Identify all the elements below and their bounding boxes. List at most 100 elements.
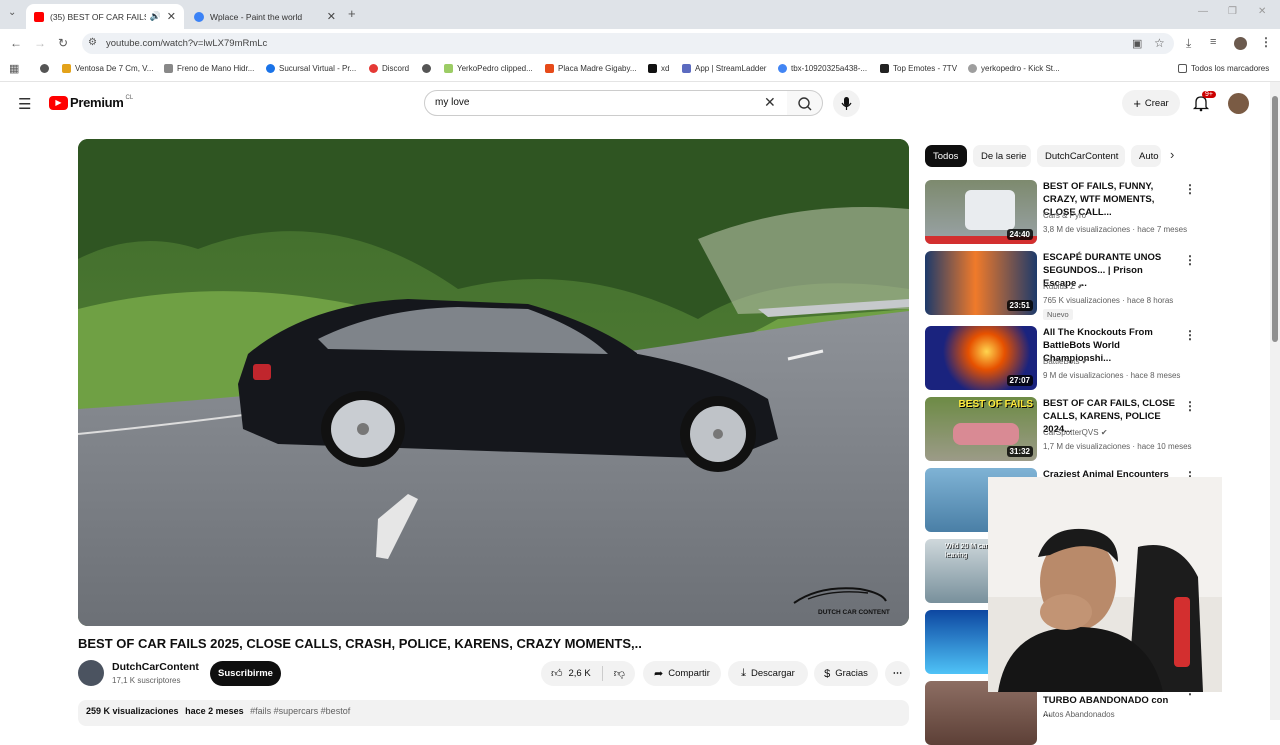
close-icon[interactable]: ✕ [327, 10, 336, 23]
search-icon [798, 97, 812, 111]
kebab-menu-icon[interactable]: ⋮ [1184, 328, 1196, 342]
video-thumbnail[interactable]: 23:51 [925, 251, 1037, 315]
bookmark-item[interactable]: yerkopedro - Kick St... [968, 64, 1060, 73]
reload-icon[interactable]: ↻ [58, 36, 68, 50]
sidebar-video-channel[interactable]: BattleBots ✔ [1043, 357, 1088, 366]
search-button[interactable] [787, 90, 823, 116]
kebab-menu-icon[interactable]: ⋮ [1184, 253, 1196, 267]
all-bookmarks[interactable]: Todos los marcadores [1178, 64, 1269, 73]
search-input[interactable]: my love [435, 97, 469, 108]
video-title: BEST OF CAR FAILS 2025, CLOSE CALLS, CRA… [78, 636, 642, 651]
chip-de-la-serie[interactable]: De la serie [973, 145, 1031, 167]
bookmark-item[interactable]: Discord [369, 64, 409, 73]
chip-todos[interactable]: Todos [925, 145, 967, 167]
verified-icon: ✔ [1100, 428, 1108, 437]
window-close-icon[interactable]: ✕ [1258, 6, 1266, 17]
site-info-icon[interactable]: ⚙ [88, 37, 97, 48]
more-actions-button[interactable]: ⋯ [885, 661, 910, 686]
subscribe-button[interactable]: Suscribirme [210, 661, 281, 686]
kebab-menu-icon[interactable]: ⋮ [1184, 399, 1196, 413]
car-logo-icon [793, 587, 887, 604]
profile-avatar[interactable] [1234, 37, 1247, 50]
bookmarks-bar: ▦ Ventosa De 7 Cm, V... Freno de Mano Hi… [0, 58, 1280, 82]
clear-search-icon[interactable]: ✕ [764, 94, 776, 111]
voice-search-button[interactable] [833, 90, 860, 117]
channel-watermark: DUTCH CAR CONTENT [790, 583, 890, 616]
view-count: 259 K visualizaciones [86, 706, 179, 716]
thumbs-down-icon[interactable]: 👎︎ [614, 667, 625, 680]
video-thumbnail[interactable]: BEST OF FAILS 31:32 [925, 397, 1037, 461]
hashtags[interactable]: #fails #supercars #bestof [250, 706, 350, 716]
kebab-menu-icon[interactable]: ⋮ [1184, 182, 1196, 196]
url-text[interactable]: youtube.com/watch?v=lwLX79mRmLc [106, 38, 267, 49]
hamburger-menu-icon[interactable]: ☰ [18, 95, 31, 113]
sidebar-video-channel[interactable]: Rubius Z ✔ [1043, 282, 1084, 291]
tab-youtube[interactable]: (35) BEST OF CAR FAILS 2025, CLOSE 🔊 ✕ [26, 4, 184, 29]
streamer-webcam-image [988, 477, 1222, 692]
like-dislike-group: 👍︎ 2,6 K 👎︎ [541, 661, 635, 686]
video-thumbnail[interactable]: 27:07 [925, 326, 1037, 390]
sidebar-video-channel[interactable]: Cars & Pyro [1043, 211, 1086, 220]
forward-arrow-icon[interactable]: → [34, 36, 46, 50]
bookmark-item[interactable]: xd [648, 64, 669, 73]
bookmark-item[interactable]: YerkoPedro clipped... [444, 64, 533, 73]
search-box[interactable]: my love ✕ [424, 90, 788, 116]
bookmark-item[interactable]: Freno de Mano Hidr... [164, 64, 254, 73]
speaker-icon[interactable]: 🔊 [150, 11, 161, 22]
globe-icon [40, 64, 49, 73]
chevron-right-icon[interactable]: › [1170, 147, 1174, 162]
bookmark-star-icon[interactable]: ☆ [1154, 36, 1165, 50]
subscriber-count: 17,1 K suscriptores [112, 676, 181, 685]
cast-icon[interactable]: ▣ [1132, 37, 1142, 50]
apps-grid-icon[interactable]: ▦ [9, 62, 19, 75]
chip-dutchcarcontent[interactable]: DutchCarContent [1037, 145, 1125, 167]
restore-icon[interactable]: ❐ [1228, 6, 1237, 17]
bookmark-item[interactable]: App | StreamLadder [682, 64, 766, 73]
bookmark-item[interactable] [40, 64, 53, 73]
duration-badge: 31:32 [1006, 446, 1033, 457]
youtube-play-icon: ▶ [49, 95, 68, 110]
streamladder-icon [682, 64, 691, 73]
sidebar-video-channel[interactable]: CarSpotterQVS ✔ [1043, 428, 1108, 437]
sidebar-video-channel[interactable]: Autos Abandonados [1043, 710, 1115, 719]
bookmark-item[interactable] [422, 64, 435, 73]
close-icon[interactable]: ✕ [167, 10, 176, 23]
share-button[interactable]: ➦ Compartir [643, 661, 721, 686]
new-badge: Nuevo [1043, 309, 1073, 320]
video-thumbnail[interactable]: 24:40 [925, 180, 1037, 244]
bank-icon [266, 64, 275, 73]
back-arrow-icon[interactable]: ← [10, 36, 22, 50]
scrollbar-thumb[interactable] [1272, 96, 1278, 342]
globe-icon [422, 64, 431, 73]
share-icon: ➦ [654, 668, 664, 680]
bookmark-item[interactable]: Placa Madre Gigaby... [545, 64, 637, 73]
bookmark-item[interactable]: tbx-10920325a438-... [778, 64, 867, 73]
bookmark-item[interactable]: Ventosa De 7 Cm, V... [62, 64, 153, 73]
plus-icon: + [1133, 95, 1141, 111]
video-player[interactable]: DUTCH CAR CONTENT [78, 139, 909, 626]
thanks-button[interactable]: $ Gracias [814, 661, 878, 686]
like-button[interactable]: 👍︎ 2,6 K [551, 667, 591, 680]
tab-search-list-icon[interactable]: ≡ [1210, 36, 1216, 48]
avatar[interactable] [1228, 93, 1249, 114]
notifications-button[interactable]: 9+ [1192, 91, 1216, 117]
menu-kebab-icon[interactable]: ⋮ [1260, 35, 1272, 49]
new-tab-button[interactable]: + [348, 6, 356, 21]
bookmark-item[interactable]: Top Emotes - 7TV [880, 64, 957, 73]
gigabyte-icon [545, 64, 554, 73]
sidebar-video-meta: 765 K visualizaciones · hace 8 horas [1043, 296, 1174, 305]
download-button[interactable]: ⤓ Descargar [728, 661, 808, 686]
channel-avatar[interactable] [78, 660, 104, 686]
channel-name[interactable]: DutchCarContent [112, 661, 199, 673]
chip-auto[interactable]: Auto [1131, 145, 1161, 167]
tab-title: Wplace - Paint the world [210, 11, 303, 22]
youtube-logo[interactable]: ▶ Premium CL [49, 95, 133, 110]
tab-wplace[interactable]: Wplace - Paint the world ✕ [186, 4, 344, 29]
download-icon[interactable]: ⤓ [1186, 36, 1191, 51]
folder-icon [1178, 64, 1187, 73]
tab-search-icon[interactable]: ⌄ [8, 7, 16, 18]
bookmark-item[interactable]: Sucursal Virtual - Pr... [266, 64, 356, 73]
minimize-icon[interactable]: — [1198, 6, 1208, 17]
create-button[interactable]: + Crear [1122, 90, 1180, 116]
description-box[interactable]: 259 K visualizaciones hace 2 meses #fail… [78, 700, 909, 726]
